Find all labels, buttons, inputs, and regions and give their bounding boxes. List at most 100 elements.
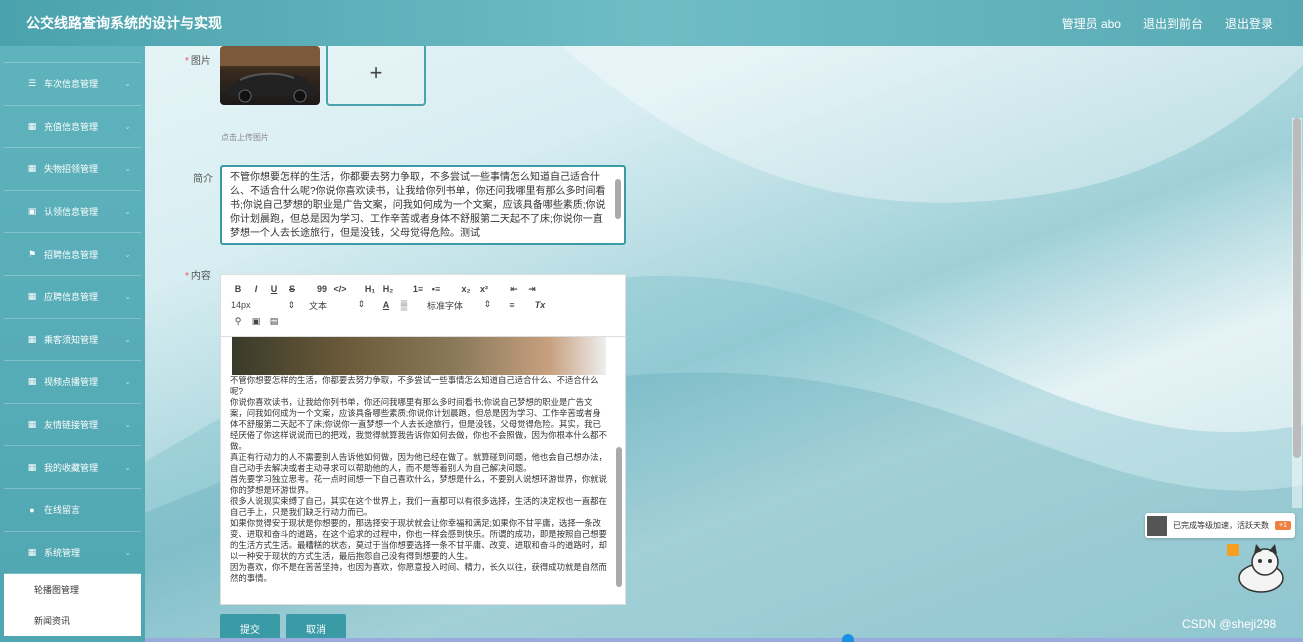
sidebar-item-system[interactable]: ▦ 系统管理 ⌄: [4, 532, 141, 575]
grid-icon: ▦: [27, 376, 37, 387]
exit-to-front-link[interactable]: 退出到前台: [1143, 15, 1203, 32]
top-header: 公交线路查询系统的设计与实现 管理员 abo 退出到前台 退出登录: [0, 0, 1303, 46]
image-label: * 图片: [185, 56, 211, 67]
watermark: CSDN @sheji298: [1182, 617, 1277, 631]
sidebar-item-label: 乘客须知管理: [44, 334, 99, 345]
chevron-down-icon: ⌄: [124, 547, 131, 557]
sidebar-item-label: 应聘信息管理: [44, 292, 99, 303]
chevron-down-icon: ⌄: [124, 462, 131, 472]
chevron-down-icon: ⌄: [124, 292, 131, 302]
ordered-list-button[interactable]: 1≡: [411, 284, 425, 294]
align-button[interactable]: ≡: [505, 300, 519, 310]
sidebar-item-messages[interactable]: ● 在线留言: [4, 489, 141, 532]
editor-paragraph: 因为喜欢，你不是在苦苦坚持，也因为喜欢，你愿意投入时间、精力，长久以往，获得成功…: [230, 562, 607, 583]
sidebar-item-recruit[interactable]: ⚑ 招聘信息管理 ⌄: [4, 233, 141, 276]
avatar: [1147, 515, 1167, 536]
notice-text: 已完成等级加速，活跃天数: [1173, 521, 1269, 530]
upload-hint: 点击上传图片: [221, 133, 269, 142]
editor-paragraph: 真正有行动力的人不需要别人告诉他如何做，因为他已经在做了。就算碰到问题，他也会自…: [230, 452, 607, 473]
quote-button[interactable]: 99: [315, 284, 329, 294]
sidebar-item-label: 我的收藏管理: [44, 462, 99, 473]
chevron-down-icon: ⌄: [124, 377, 131, 387]
content-label: * 内容: [185, 271, 211, 282]
sidebar-item-label: 招聘信息管理: [44, 249, 99, 260]
intro-scrollbar[interactable]: [614, 169, 622, 241]
person-icon: ▣: [27, 206, 37, 217]
mascot-cat-icon[interactable]: [1225, 542, 1287, 594]
link-icon[interactable]: ⚲: [231, 316, 245, 327]
intro-text: 不管你想要怎样的生活，你都要去努力争取，不多尝试一些事情怎么知道自己适合什么、不…: [230, 172, 606, 239]
editor-paragraph: 如果你觉得安于现状是你想要的，那选择安于现状就会让你幸福和满足;如果你不甘平庸，…: [230, 518, 607, 561]
flag-icon: ⚑: [27, 248, 37, 259]
background-color-button[interactable]: ▒: [397, 300, 411, 310]
sidebar-item-label: 视频点播管理: [44, 377, 99, 388]
bottom-progress-bar: [145, 638, 1303, 642]
chevron-down-icon: ⌄: [124, 207, 131, 217]
video-icon[interactable]: ▤: [267, 316, 281, 327]
sidebar-item-claims[interactable]: ▣ 认领信息管理 ⌄: [4, 191, 141, 234]
paragraph-select[interactable]: 文本 ⇕: [309, 299, 365, 312]
page-scrollbar[interactable]: [1292, 118, 1302, 508]
subscript-button[interactable]: x₂: [459, 284, 473, 294]
strike-button[interactable]: S: [285, 284, 299, 294]
chevron-down-icon: ⌄: [124, 420, 131, 430]
activity-notice: 已完成等级加速，活跃天数 +1: [1145, 513, 1295, 538]
grid-icon: ▦: [27, 163, 37, 174]
editor-content[interactable]: 不管你想要怎样的生活，你都要去努力争取，不多尝试一些事情怎么知道自己适合什么、不…: [221, 337, 625, 604]
chevron-down-icon: ⌄: [124, 79, 131, 89]
bottom-indicator-dot[interactable]: [842, 634, 854, 642]
code-button[interactable]: </>: [333, 284, 347, 294]
grid-icon: ▦: [27, 291, 37, 302]
grid-icon: ▦: [27, 546, 37, 557]
italic-button[interactable]: I: [249, 284, 263, 294]
uploaded-image-thumbnail[interactable]: [220, 46, 320, 105]
sidebar-item-label: 车次信息管理: [44, 79, 99, 90]
sidebar-item-notices[interactable]: ▦ 乘客须知管理 ⌄: [4, 319, 141, 362]
sidebar-item-label: 认领信息管理: [44, 207, 99, 218]
font-size-select[interactable]: 14px ⇕: [231, 300, 295, 311]
h2-button[interactable]: H₂: [381, 284, 395, 294]
underline-button[interactable]: U: [267, 284, 281, 294]
submenu-item-carousel[interactable]: 轮播图管理: [4, 574, 141, 605]
editor-paragraph: 首先要学习独立思考。花一点时间想一下自己喜欢什么，梦想是什么，不要别人说想环游世…: [230, 474, 607, 495]
grid-icon: ▦: [27, 120, 37, 131]
sidebar-item-lost-found[interactable]: ▦ 失物招领管理 ⌄: [4, 148, 141, 191]
outdent-button[interactable]: ⇤: [507, 284, 521, 295]
sidebar-item-favorites[interactable]: ▦ 我的收藏管理 ⌄: [4, 446, 141, 489]
submenu-item-news[interactable]: 新闻资讯: [4, 605, 141, 636]
app-title: 公交线路查询系统的设计与实现: [26, 15, 222, 31]
editor-paragraph: 你说你喜欢读书，让我给你列书单，你还问我哪里有那么多时间看书;你说自己梦想的职业…: [230, 397, 607, 451]
sidebar-item-applications[interactable]: ▦ 应聘信息管理 ⌄: [4, 276, 141, 319]
font-family-select[interactable]: 标准字体 ⇕: [427, 299, 491, 312]
sidebar-item-label: 失物招领管理: [44, 164, 99, 175]
sidebar-item-recharge[interactable]: ▦ 充值信息管理 ⌄: [4, 106, 141, 149]
upload-image-button[interactable]: +: [326, 42, 426, 106]
clear-format-button[interactable]: Tx: [533, 300, 547, 310]
h1-button[interactable]: H₁: [363, 284, 377, 294]
sidebar-item-label: 友情链接管理: [44, 420, 99, 431]
sidebar-item-trips[interactable]: ☰ 车次信息管理 ⌄: [4, 63, 141, 106]
grid-icon: ▦: [27, 419, 37, 430]
font-color-button[interactable]: A: [379, 300, 393, 310]
chevron-down-icon: ⌄: [124, 164, 131, 174]
sidebar-item-partial[interactable]: [4, 46, 141, 63]
font-family-value: 标准字体: [427, 300, 464, 311]
logout-link[interactable]: 退出登录: [1225, 15, 1273, 32]
superscript-button[interactable]: x²: [477, 284, 491, 294]
sidebar-item-label: 系统管理: [44, 547, 81, 558]
sidebar: ☰ 车次信息管理 ⌄ ▦ 充值信息管理 ⌄ ▦ 失物招领管理 ⌄ ▣ 认领信息管…: [0, 46, 145, 642]
font-size-value: 14px: [231, 299, 251, 310]
indent-button[interactable]: ⇥: [525, 284, 539, 295]
intro-textarea[interactable]: 不管你想要怎样的生活，你都要去努力争取，不多尝试一些事情怎么知道自己适合什么、不…: [220, 165, 626, 245]
intro-label: 简介: [193, 174, 213, 185]
sidebar-item-links[interactable]: ▦ 友情链接管理 ⌄: [4, 404, 141, 447]
list-icon: ☰: [27, 78, 37, 89]
sidebar-item-videos[interactable]: ▦ 视频点播管理 ⌄: [4, 361, 141, 404]
bold-button[interactable]: B: [231, 284, 245, 294]
paragraph-value: 文本: [309, 300, 328, 311]
image-icon[interactable]: ▣: [249, 316, 263, 327]
editor-paragraph: 很多人说现实束缚了自己，其实在这个世界上，我们一直都可以有很多选择，生活的决定权…: [230, 496, 607, 517]
bullet-list-button[interactable]: •≡: [429, 284, 443, 294]
rich-text-editor: B I U S 99 </> H₁ H₂ 1≡ •≡ x₂ x² ⇤ ⇥ 14p…: [220, 274, 626, 605]
editor-scrollbar[interactable]: [615, 339, 623, 603]
